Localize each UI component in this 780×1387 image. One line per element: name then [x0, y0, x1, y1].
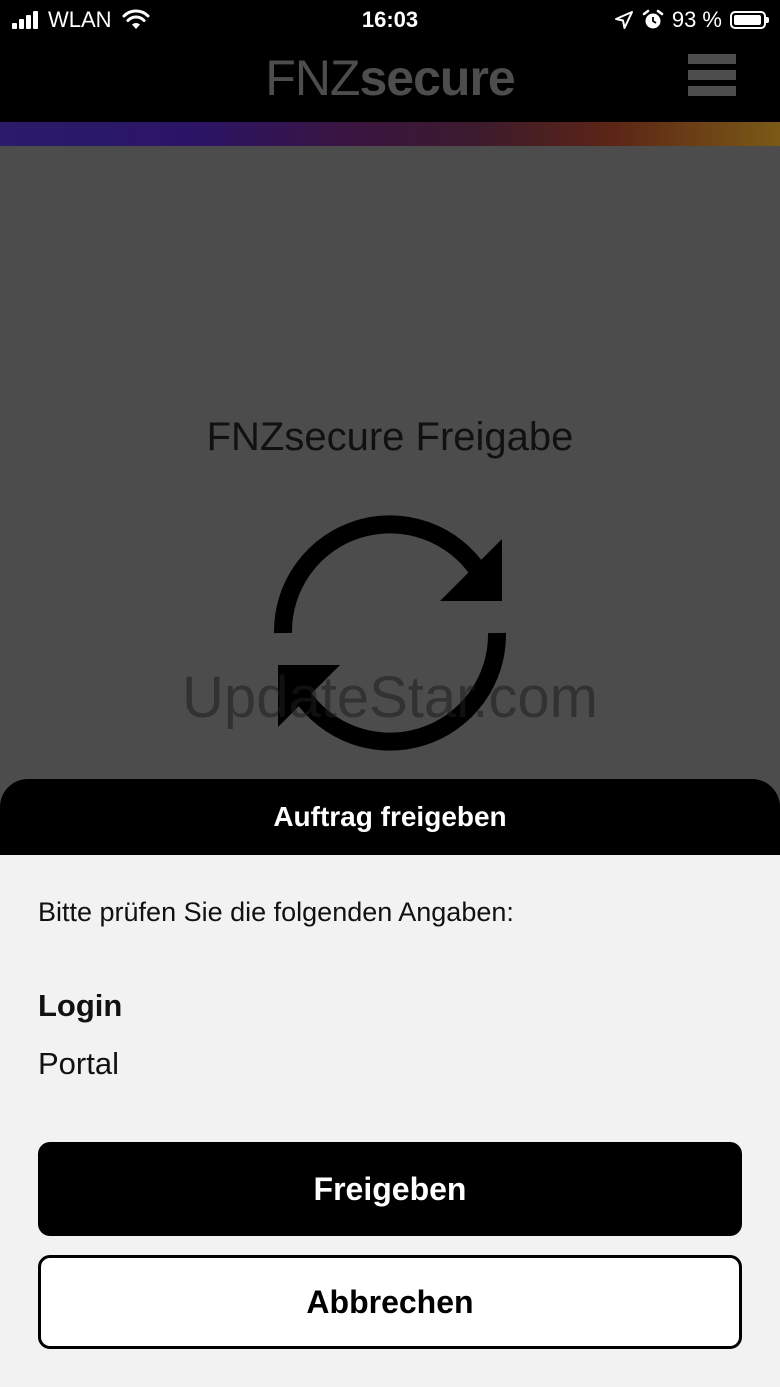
battery-nub — [766, 17, 769, 23]
sheet-title: Auftrag freigeben — [273, 801, 507, 832]
page-title: FNZsecure Freigabe — [206, 415, 574, 459]
hamburger-menu-icon[interactable] — [688, 54, 736, 104]
alarm-icon — [642, 9, 664, 29]
detail-value: Portal — [38, 1046, 119, 1081]
detail-label: Login — [38, 988, 123, 1023]
approve-button[interactable]: Freigeben — [38, 1142, 742, 1236]
battery-fill — [734, 15, 761, 25]
battery-icon — [730, 11, 769, 29]
brand-gradient-bar — [0, 122, 780, 146]
cancel-button[interactable]: Abbrechen — [38, 1255, 742, 1349]
sheet-header: Auftrag freigeben — [0, 779, 780, 855]
status-right: 93 % — [614, 6, 769, 34]
logo-text-secure: secure — [359, 50, 515, 106]
logo-text-fnz: FNZ — [265, 50, 360, 106]
battery-percentage: 93 % — [671, 7, 722, 32]
sheet-body: Bitte prüfen Sie die folgenden Angaben: … — [0, 855, 780, 1387]
location-arrow-icon — [614, 11, 633, 29]
status-bar: WLAN 16:03 93 % — [0, 0, 780, 40]
app-logo: FNZsecure — [0, 48, 780, 108]
instructions-text: Bitte prüfen Sie die folgenden Angaben: — [38, 897, 514, 927]
watermark: UpdateStar.com — [182, 665, 598, 730]
app-header: FNZsecure — [0, 40, 780, 122]
